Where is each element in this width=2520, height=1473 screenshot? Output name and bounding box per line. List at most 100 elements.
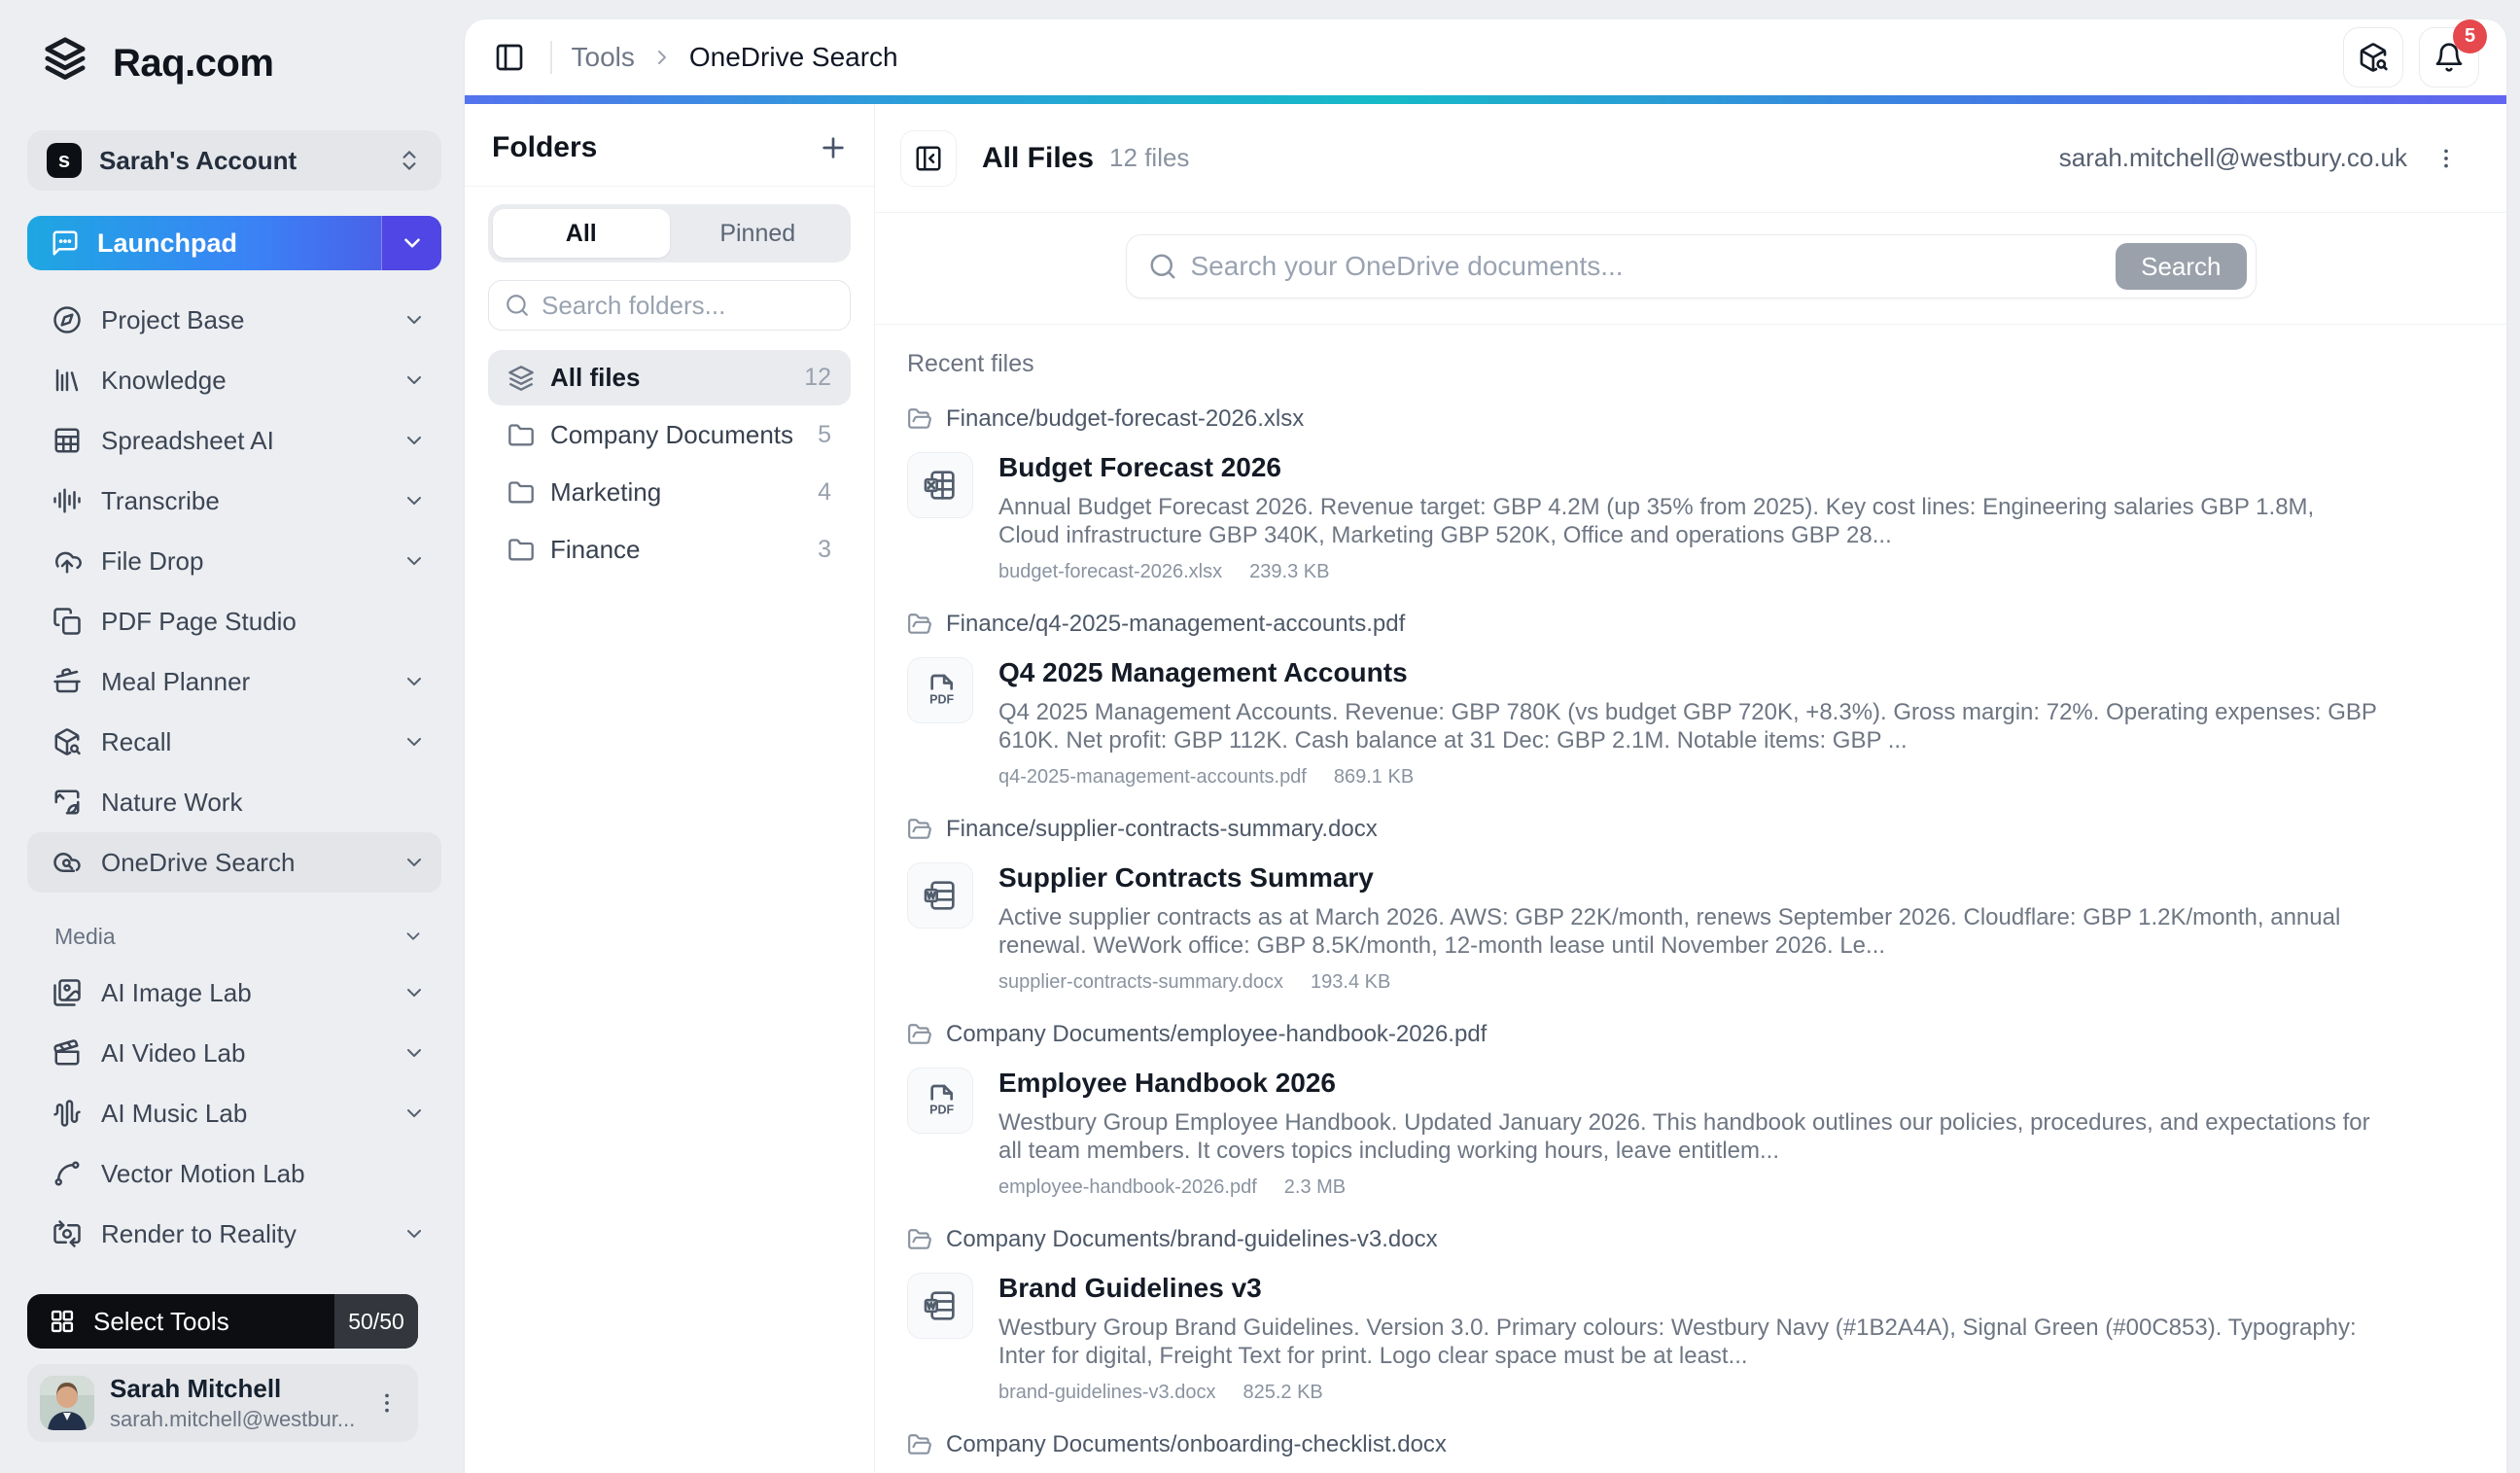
file-card[interactable]: Brand Guidelines v3 Westbury Group Brand… [907,1273,2380,1404]
file-name: brand-guidelines-v3.docx [998,1382,1215,1404]
file-description: Active supplier contracts as at March 20… [998,903,2380,960]
chevron-down-icon [402,1222,426,1245]
folders-panel: Folders All Pinned All files [465,104,875,1473]
tab-pinned[interactable]: Pinned [670,209,847,258]
spline-icon [52,1159,82,1188]
file-name: budget-forecast-2026.xlsx [998,561,1222,583]
file-size: 239.3 KB [1249,561,1329,583]
sidebar-item-ai-video-lab[interactable]: AI Video Lab [27,1023,441,1083]
file-path-row[interactable]: Company Documents/onboarding-checklist.d… [907,1431,2380,1458]
clapperboard-icon [52,1038,82,1068]
launchpad-main[interactable]: Launchpad [27,216,381,270]
raq-logo-icon [37,35,93,91]
folder-row-finance[interactable]: Finance 3 [488,522,851,578]
sidebar-nav: Project Base Knowledge Spreadsheet AI Tr… [27,290,441,1264]
sidebar-item-nature-work[interactable]: Nature Work [27,772,441,832]
chevron-down-icon [402,489,426,512]
folder-row-all-files[interactable]: All files 12 [488,350,851,405]
sidebar-item-recall[interactable]: Recall [27,712,441,772]
panel-collapse-button[interactable] [900,130,957,187]
file-card[interactable]: PDF Employee Handbook 2026 Westbury Grou… [907,1068,2380,1199]
file-title[interactable]: Employee Handbook 2026 [998,1068,2380,1099]
chevron-down-icon [402,851,426,874]
sidebar: Raq.com s Sarah's Account Launchpad Proj… [0,0,465,1473]
tools-quota-badge: 50/50 [334,1294,418,1349]
select-tools-label: Select Tools [93,1307,229,1337]
tab-all[interactable]: All [493,209,670,258]
files-list: Recent files Finance/budget-forecast-202… [875,325,2506,1473]
sidebar-toggle-button[interactable] [488,36,531,79]
folder-list: All files 12 Company Documents 5 Marketi… [488,350,851,578]
switch-camera-icon [52,1219,82,1248]
file-size: 193.4 KB [1311,971,1390,994]
content-menu-button[interactable] [2429,137,2464,180]
chevron-down-icon [402,730,426,754]
file-main: Q4 2025 Management Accounts Q4 2025 Mana… [998,657,2380,789]
folder-open-icon [907,1022,932,1047]
package-search-button[interactable] [2343,27,2403,88]
file-title[interactable]: Q4 2025 Management Accounts [998,657,2380,688]
page-title: All Files [982,142,1094,175]
folder-search-input[interactable] [542,291,834,321]
launchpad-button[interactable]: Launchpad [27,216,441,270]
file-group: Company Documents/employee-handbook-2026… [907,1021,2380,1199]
launchpad-expand-button[interactable] [381,216,441,270]
file-path-row[interactable]: Finance/q4-2025-management-accounts.pdf [907,611,2380,638]
sidebar-item-meal-planner[interactable]: Meal Planner [27,651,441,712]
sidebar-item-project-base[interactable]: Project Base [27,290,441,350]
word-file-icon [907,862,973,929]
sidebar-item-transcribe[interactable]: Transcribe [27,471,441,531]
file-title[interactable]: Supplier Contracts Summary [998,862,2380,894]
file-path-row[interactable]: Company Documents/brand-guidelines-v3.do… [907,1226,2380,1253]
notifications-button[interactable]: 5 [2419,27,2479,88]
file-path-row[interactable]: Finance/budget-forecast-2026.xlsx [907,405,2380,433]
file-card[interactable]: PDF Q4 2025 Management Accounts Q4 2025 … [907,657,2380,789]
folder-icon [508,537,535,564]
folder-row-company-documents[interactable]: Company Documents 5 [488,407,851,463]
file-card[interactable]: Supplier Contracts Summary Active suppli… [907,862,2380,994]
user-menu-button[interactable] [369,1382,404,1424]
document-search-input[interactable] [1191,251,2129,282]
sidebar-item-knowledge[interactable]: Knowledge [27,350,441,410]
folder-open-icon [907,406,932,432]
sidebar-item-ai-image-lab[interactable]: AI Image Lab [27,963,441,1023]
sidebar-item-pdf-page-studio[interactable]: PDF Page Studio [27,591,441,651]
sidebar-item-render-to-reality[interactable]: Render to Reality [27,1204,441,1264]
select-tools-main[interactable]: Select Tools [27,1294,334,1349]
sidebar-item-vector-motion-lab[interactable]: Vector Motion Lab [27,1143,441,1204]
svg-text:PDF: PDF [929,1103,954,1116]
panel-left-icon [494,42,525,73]
add-folder-button[interactable] [818,132,849,163]
sidebar-item-onedrive-search[interactable]: OneDrive Search [27,832,441,893]
select-tools-button[interactable]: Select Tools 50/50 [27,1294,418,1349]
panel-left-close-icon [914,144,943,173]
images-icon [52,978,82,1007]
file-card[interactable]: Budget Forecast 2026 Annual Budget Forec… [907,452,2380,583]
file-path-row[interactable]: Company Documents/employee-handbook-2026… [907,1021,2380,1048]
folder-row-marketing[interactable]: Marketing 4 [488,465,851,520]
content-area: All Files 12 files sarah.mitchell@westbu… [875,104,2506,1473]
sidebar-section-media[interactable]: Media [27,910,441,963]
file-size: 2.3 MB [1284,1176,1346,1199]
user-profile[interactable]: Sarah Mitchell sarah.mitchell@westbur... [27,1364,418,1442]
sidebar-item-spreadsheet-ai[interactable]: Spreadsheet AI [27,410,441,471]
user-avatar [40,1376,94,1430]
package-search-icon [2358,42,2389,73]
file-title[interactable]: Budget Forecast 2026 [998,452,2380,483]
file-description: Q4 2025 Management Accounts. Revenue: GB… [998,698,2380,754]
file-title[interactable]: Brand Guidelines v3 [998,1273,2380,1304]
breadcrumb: Tools OneDrive Search [572,42,898,73]
search-button[interactable]: Search [2116,243,2246,290]
breadcrumb-tools[interactable]: Tools [572,42,635,73]
sidebar-item-ai-music-lab[interactable]: AI Music Lab [27,1083,441,1143]
sidebar-item-file-drop[interactable]: File Drop [27,531,441,591]
file-path-row[interactable]: Finance/supplier-contracts-summary.docx [907,816,2380,843]
accent-gradient-bar [465,95,2506,104]
main-panel: Tools OneDrive Search 5 Folders [465,19,2506,1473]
account-switcher[interactable]: s Sarah's Account [27,130,441,191]
file-meta: employee-handbook-2026.pdf 2.3 MB [998,1176,2380,1199]
content-header: All Files 12 files sarah.mitchell@westbu… [875,104,2506,213]
chevron-down-icon [402,981,426,1004]
layers-icon [508,365,535,392]
file-main: Budget Forecast 2026 Annual Budget Forec… [998,452,2380,583]
